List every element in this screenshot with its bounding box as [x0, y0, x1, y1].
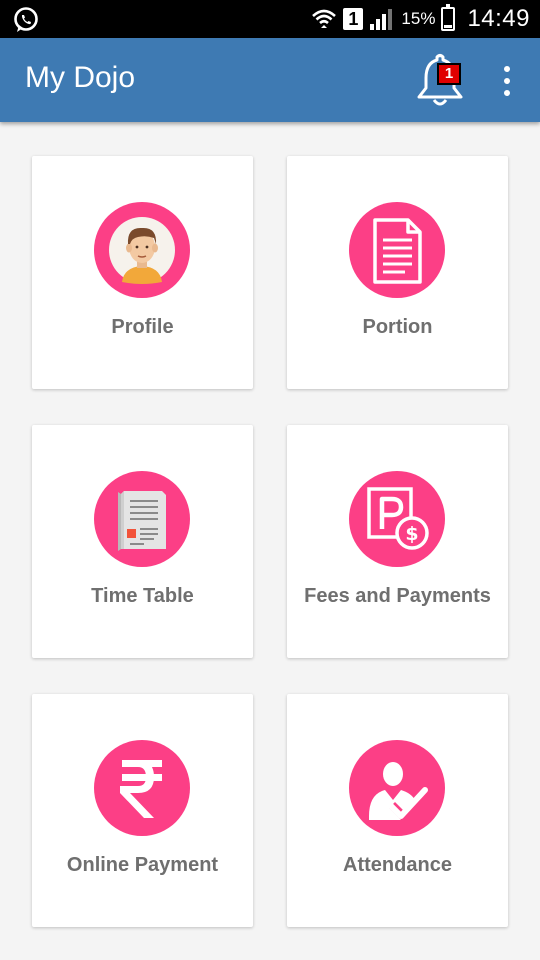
status-bar: 1 15% 14:49	[0, 0, 540, 38]
tile-time-table[interactable]: Time Table	[32, 425, 253, 658]
tile-attendance[interactable]: Attendance	[287, 694, 508, 927]
online-payment-circle	[94, 740, 190, 836]
battery-icon	[441, 4, 456, 31]
fees-circle: $	[349, 471, 445, 567]
signal-icon	[370, 9, 393, 30]
tile-label: Fees and Payments	[304, 585, 491, 607]
tile-profile[interactable]: Profile	[32, 156, 253, 389]
overflow-menu-button[interactable]	[494, 64, 520, 98]
sim-icon: 1	[343, 8, 364, 30]
app-bar: My Dojo 1	[0, 38, 540, 122]
tile-label: Attendance	[343, 854, 452, 876]
app-title: My Dojo	[25, 61, 136, 94]
wifi-icon	[312, 9, 337, 28]
timetable-icon	[118, 491, 166, 551]
profile-circle	[94, 202, 190, 298]
profile-avatar-icon	[109, 217, 175, 284]
attendance-circle	[349, 740, 445, 836]
notifications-button[interactable]: 1	[410, 52, 470, 110]
clock: 14:49	[467, 5, 530, 32]
tile-online-payment[interactable]: Online Payment	[32, 694, 253, 927]
dashboard-grid: Profile Portion Time Table $ Fees and Pa…	[0, 122, 540, 960]
attendance-icon	[369, 762, 428, 820]
tile-fees-and-payments[interactable]: $ Fees and Payments	[287, 425, 508, 658]
battery-percent: 15%	[401, 9, 436, 28]
overflow-menu-icon	[504, 66, 510, 72]
whatsapp-icon	[14, 7, 38, 32]
tile-label: Time Table	[91, 585, 194, 607]
status-icons: 1 15% 14:49	[311, 0, 530, 38]
tile-portion[interactable]: Portion	[287, 156, 508, 389]
tile-label: Profile	[111, 316, 174, 338]
rupee-icon	[120, 760, 162, 818]
portion-circle	[349, 202, 445, 298]
document-icon	[373, 218, 422, 284]
notification-badge: 1	[437, 63, 461, 85]
svg-text:$: $	[405, 523, 418, 545]
time-table-circle	[94, 471, 190, 567]
tile-label: Online Payment	[66, 854, 219, 876]
tile-label: Portion	[362, 316, 433, 338]
fees-payment-icon: $	[367, 487, 429, 550]
